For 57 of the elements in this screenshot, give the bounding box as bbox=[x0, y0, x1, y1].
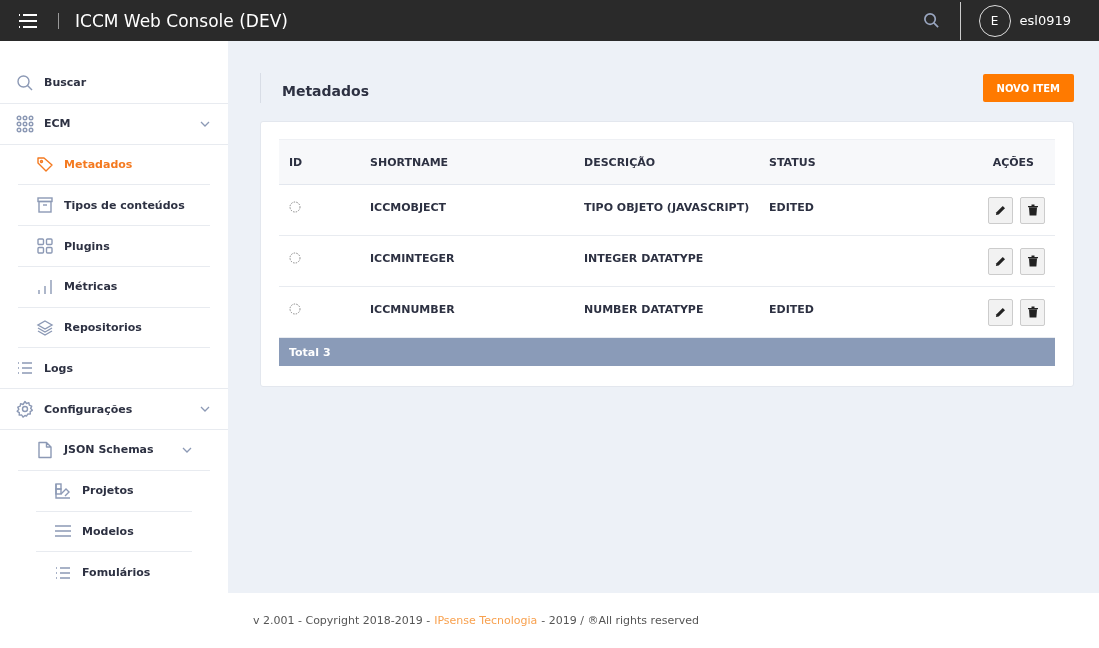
delete-button[interactable] bbox=[1020, 247, 1045, 275]
table-cell: EDITED bbox=[769, 200, 814, 214]
username[interactable]: esl0919 bbox=[1019, 13, 1071, 28]
table-cell: EDITED bbox=[769, 302, 814, 316]
archive-box-icon bbox=[36, 196, 54, 215]
search-icon[interactable] bbox=[922, 12, 940, 29]
search-icon bbox=[16, 73, 34, 92]
sidebar-item[interactable]: Métricas bbox=[18, 266, 210, 308]
menu-icon[interactable] bbox=[18, 13, 38, 28]
sidebar-item[interactable]: Projetos bbox=[36, 470, 192, 512]
table-total: Total 3 bbox=[279, 338, 1055, 366]
tag-icon bbox=[36, 155, 54, 174]
page-title: Metadados bbox=[260, 73, 369, 103]
footer-text: - 2019 / ®All rights reserved bbox=[541, 614, 699, 627]
edit-button[interactable] bbox=[988, 298, 1013, 326]
pencil-icon bbox=[995, 204, 1006, 216]
gear-icon bbox=[16, 400, 34, 419]
sidebar-item[interactable]: Fomulários bbox=[36, 552, 192, 594]
edit-button[interactable] bbox=[988, 196, 1013, 224]
sidebar-item[interactable]: Modelos bbox=[36, 511, 192, 553]
sidebar-item[interactable]: Tipos de conteúdos bbox=[18, 185, 210, 227]
trash-icon bbox=[1027, 204, 1038, 216]
delete-button[interactable] bbox=[1020, 196, 1045, 224]
trash-icon bbox=[1027, 255, 1038, 267]
document-icon bbox=[36, 440, 54, 459]
chevron-icon bbox=[200, 406, 210, 413]
table-cell: ICCMOBJECT bbox=[370, 200, 447, 214]
column-header: SHORTNAME bbox=[360, 139, 574, 185]
column-header: AÇÕES bbox=[935, 139, 1055, 185]
sidebar-item[interactable]: Repositorios bbox=[18, 307, 210, 349]
squares-icon bbox=[36, 237, 54, 255]
column-header: DESCRIÇÃO bbox=[574, 139, 759, 185]
table-cell: NUMBER DATATYPE bbox=[584, 302, 704, 316]
table-cell: TIPO OBJETO (JAVASCRIPT) bbox=[584, 200, 750, 214]
table-cell: ICCMINTEGER bbox=[370, 251, 455, 265]
pencil-icon bbox=[995, 255, 1006, 267]
table-cell: ICCMNUMBER bbox=[370, 302, 455, 316]
bar-chart-icon bbox=[36, 277, 54, 296]
edit-button[interactable] bbox=[988, 247, 1013, 275]
table-cell: INTEGER DATATYPE bbox=[584, 251, 704, 265]
dashed-circle-icon bbox=[289, 303, 301, 315]
sidebar-item[interactable]: Plugins bbox=[18, 226, 210, 267]
pencil-icon bbox=[995, 306, 1006, 318]
trash-icon bbox=[1027, 306, 1038, 318]
footer-text: v 2.001 - Copyright 2018-2019 - bbox=[253, 614, 431, 627]
chevron-icon bbox=[200, 120, 210, 127]
dashed-circle-icon bbox=[289, 252, 301, 264]
delete-button[interactable] bbox=[1020, 298, 1045, 326]
column-header: ID bbox=[279, 139, 360, 185]
dashed-circle-icon bbox=[289, 201, 301, 213]
app-title: ICCM Web Console (DEV) bbox=[75, 10, 288, 31]
chart-icon bbox=[54, 481, 72, 500]
sidebar-item[interactable]: JSON Schemas bbox=[18, 430, 210, 471]
dots-grid-icon bbox=[16, 114, 34, 133]
chevron-icon bbox=[182, 446, 192, 453]
column-header: STATUS bbox=[759, 139, 935, 185]
layers-icon bbox=[36, 318, 54, 337]
